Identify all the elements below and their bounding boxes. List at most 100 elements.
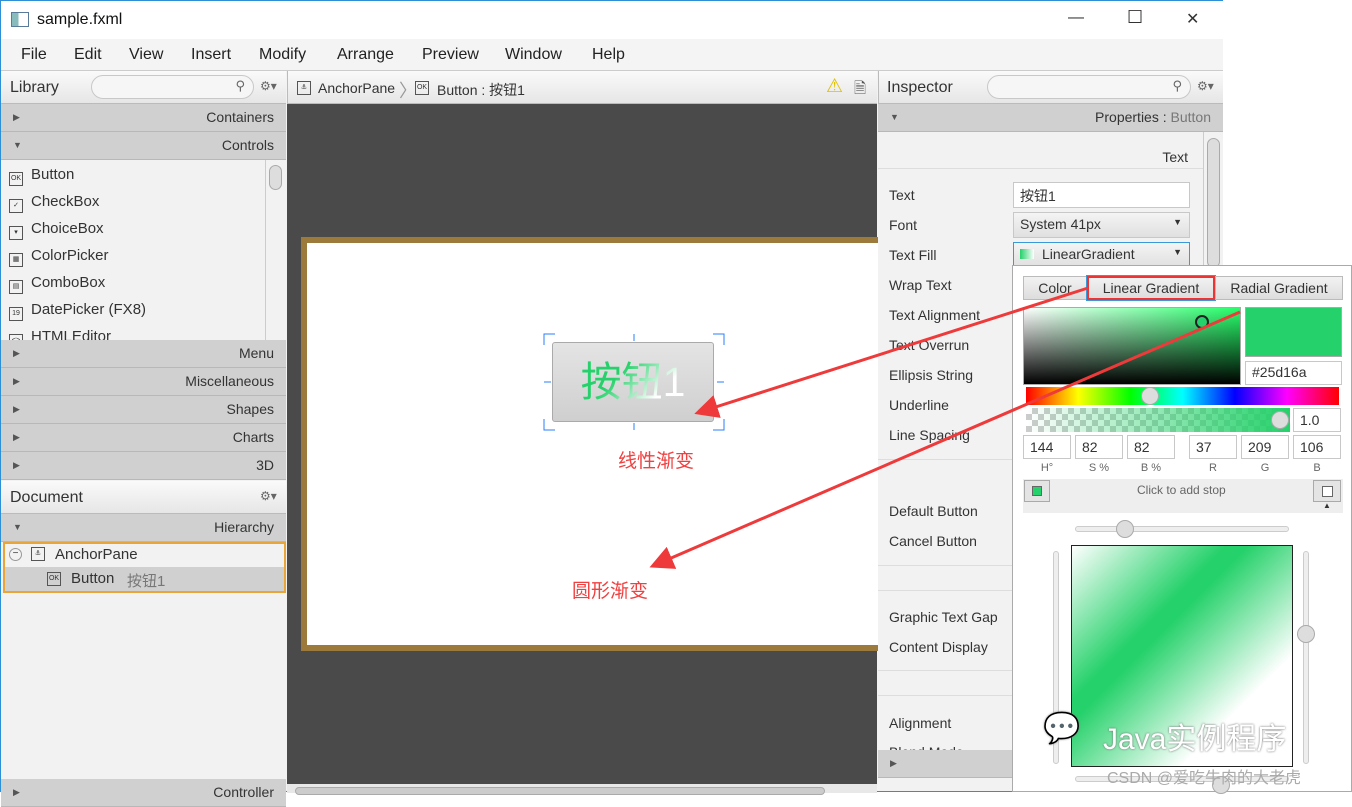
- menu-file[interactable]: File: [21, 46, 47, 64]
- stop-end[interactable]: ▲: [1313, 480, 1341, 510]
- close-button[interactable]: ✕: [1186, 9, 1199, 29]
- section-charts[interactable]: ▶ Charts: [1, 424, 286, 452]
- tab-linear-gradient[interactable]: Linear Gradient: [1086, 275, 1216, 301]
- breadcrumb-anchorpane[interactable]: AnchorPane: [318, 80, 395, 96]
- document-icon[interactable]: 🗎: [854, 78, 866, 103]
- section-miscellaneous[interactable]: ▶ Miscellaneous: [1, 368, 286, 396]
- opacity-input[interactable]: 1.0: [1293, 408, 1341, 432]
- prop-label: Text Alignment: [889, 307, 981, 323]
- inspector-search-input[interactable]: ⚲: [987, 75, 1191, 99]
- watermark-credit: CSDN @爱吃牛肉的大老虎: [1107, 770, 1302, 787]
- gear-icon[interactable]: ⚙▾: [260, 79, 277, 93]
- title-bar: sample.fxml — ☐ ✕: [1, 1, 1223, 39]
- minimize-button[interactable]: —: [1068, 9, 1084, 27]
- list-item-datepicker[interactable]: 19 DatePicker (FX8): [9, 301, 146, 321]
- prop-label: Line Spacing: [889, 427, 970, 443]
- anchorpane-icon: ⚓: [297, 81, 311, 95]
- search-icon: ⚲: [235, 78, 245, 93]
- prop-label: Cancel Button: [889, 533, 977, 549]
- prop-label: Ellipsis String: [889, 367, 974, 383]
- hierarchy-tree: − ⚓ AnchorPane OK Button 按钮1: [3, 542, 286, 593]
- tree-item-anchorpane[interactable]: − ⚓ AnchorPane: [5, 544, 284, 567]
- list-item-checkbox[interactable]: ✓ CheckBox: [9, 193, 99, 213]
- list-item-combobox[interactable]: ▤ ComboBox: [9, 274, 105, 294]
- menu-edit[interactable]: Edit: [74, 46, 102, 64]
- paint-picker-popup: Color Linear Gradient Radial Gradient #2…: [1012, 265, 1352, 794]
- color-handle[interactable]: [1195, 315, 1209, 329]
- list-item-choicebox[interactable]: ▾ ChoiceBox: [9, 220, 104, 240]
- prop-label: Font: [889, 217, 918, 233]
- list-item-htmleditor[interactable]: <>HTMLEditor: [9, 328, 111, 340]
- red-input[interactable]: 37: [1189, 435, 1237, 459]
- menu-view[interactable]: View: [129, 46, 163, 64]
- hue-slider[interactable]: [1026, 387, 1339, 405]
- checkbox-icon: ✓: [9, 199, 23, 213]
- section-menu[interactable]: ▶ Menu: [1, 340, 286, 368]
- menu-help[interactable]: Help: [592, 46, 625, 64]
- section-shapes[interactable]: ▶ Shapes: [1, 396, 286, 424]
- saturation-input[interactable]: 82: [1075, 435, 1123, 459]
- button-icon: OK: [415, 81, 429, 95]
- maximize-button[interactable]: ☐: [1127, 7, 1143, 28]
- text-input[interactable]: 按钮1: [1013, 182, 1190, 208]
- red-label: R: [1209, 462, 1217, 474]
- prop-label: Wrap Text: [889, 277, 952, 293]
- gradient-swatch-icon: [1020, 249, 1034, 259]
- app-icon: [11, 12, 29, 27]
- library-scrollbar[interactable]: [265, 160, 286, 340]
- brightness-input[interactable]: 82: [1127, 435, 1175, 459]
- blue-label: B: [1313, 462, 1321, 474]
- section-properties[interactable]: ▼ Properties : Button: [878, 104, 1223, 132]
- section-3d[interactable]: ▶ 3D: [1, 452, 286, 480]
- green-input[interactable]: 209: [1241, 435, 1289, 459]
- inspector-title: Inspector: [887, 79, 953, 96]
- end-y-slider[interactable]: [1297, 551, 1315, 764]
- blue-input[interactable]: 106: [1293, 435, 1341, 459]
- tab-radial-gradient[interactable]: Radial Gradient: [1215, 276, 1343, 300]
- breadcrumb-button[interactable]: Button : 按钮1: [437, 80, 525, 100]
- warning-icon[interactable]: ⚠: [826, 75, 843, 98]
- watermark-brand: Java实例程序: [1103, 723, 1287, 756]
- section-label: Containers: [206, 109, 274, 125]
- opacity-slider[interactable]: [1026, 408, 1290, 432]
- font-select[interactable]: System 41px ▼: [1013, 212, 1190, 238]
- prop-label: Graphic Text Gap: [889, 609, 998, 625]
- prop-label: Text Overrun: [889, 337, 970, 353]
- library-search-input[interactable]: ⚲: [91, 75, 254, 99]
- section-containers[interactable]: ▶ Containers: [1, 104, 286, 132]
- annotation-linear-gradient: 线性渐变: [618, 450, 695, 472]
- gradient-stops-bar[interactable]: Click to add stop ▲: [1023, 479, 1343, 513]
- hue-label: H°: [1040, 462, 1054, 474]
- list-item-colorpicker[interactable]: ▦ ColorPicker: [9, 247, 109, 267]
- menu-arrange[interactable]: Arrange: [337, 46, 394, 64]
- saturation-brightness-area[interactable]: [1023, 307, 1241, 385]
- collapse-icon[interactable]: −: [9, 548, 22, 561]
- start-x-slider[interactable]: [1075, 520, 1289, 538]
- hex-input[interactable]: #25d16a: [1245, 361, 1342, 385]
- list-item-button[interactable]: OK Button: [9, 166, 74, 186]
- menu-window[interactable]: Window: [505, 46, 562, 64]
- tab-color[interactable]: Color: [1023, 276, 1087, 300]
- section-controller[interactable]: ▶ Controller: [1, 779, 286, 807]
- button-icon: OK: [9, 172, 23, 186]
- stop-start[interactable]: [1024, 480, 1050, 502]
- search-icon: ⚲: [1172, 78, 1182, 93]
- selection-handles[interactable]: [541, 331, 727, 433]
- section-hierarchy[interactable]: ▼ Hierarchy: [1, 514, 286, 542]
- menu-modify[interactable]: Modify: [259, 46, 306, 64]
- prop-label: Text Fill: [889, 247, 937, 263]
- controls-list: OK Button ✓ CheckBox ▾ ChoiceBox ▦ ColorPick…: [1, 160, 286, 340]
- section-controls[interactable]: ▼ Controls: [1, 132, 286, 160]
- brightness-label: B %: [1140, 462, 1162, 474]
- menu-preview[interactable]: Preview: [422, 46, 479, 64]
- document-header: Document ⚙▾: [1, 481, 286, 514]
- gear-icon[interactable]: ⚙▾: [1197, 79, 1214, 93]
- combobox-icon: ▤: [9, 280, 23, 294]
- hue-input[interactable]: 144: [1023, 435, 1071, 459]
- library-title: Library: [10, 79, 59, 96]
- button-icon: OK: [47, 572, 61, 586]
- choicebox-icon: ▾: [9, 226, 23, 240]
- tree-item-button[interactable]: OK Button 按钮1: [5, 567, 284, 591]
- gear-icon[interactable]: ⚙▾: [260, 489, 277, 503]
- menu-insert[interactable]: Insert: [191, 46, 231, 64]
